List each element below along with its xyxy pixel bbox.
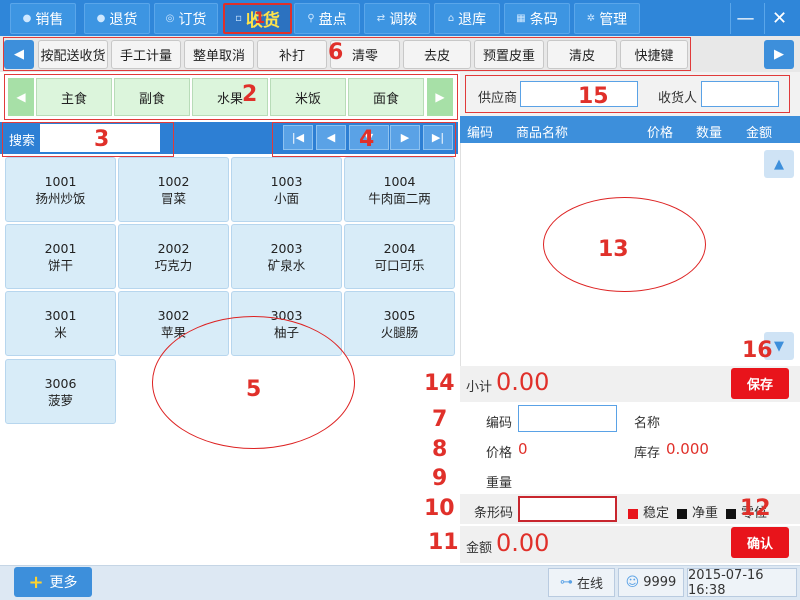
zero-indicator-icon xyxy=(726,508,736,519)
tab-order[interactable]: ◎ 订货 xyxy=(154,3,218,34)
product-card[interactable]: 2003 矿泉水 xyxy=(231,224,342,289)
annotation-5: 5 xyxy=(246,377,262,402)
bullet-icon: ● xyxy=(96,13,106,24)
transfer-icon: ⇄ xyxy=(376,13,386,24)
tab-sales[interactable]: ● 销售 xyxy=(10,3,76,34)
annotation-2: 2 xyxy=(242,82,258,107)
category-side[interactable]: 副食 xyxy=(114,78,190,116)
product-card[interactable]: 3005 火腿肠 xyxy=(344,291,455,356)
stock-value: 0.000 xyxy=(666,440,709,458)
name-label: 名称 xyxy=(634,416,661,431)
product-card[interactable]: 1004 牛肉面二两 xyxy=(344,157,455,222)
category-staple[interactable]: 主食 xyxy=(36,78,112,116)
annotation-11: 11 xyxy=(428,530,459,555)
annotation-7: 7 xyxy=(432,407,448,432)
product-card[interactable]: 2001 饼干 xyxy=(5,224,116,289)
status-stable: 稳定 xyxy=(628,502,669,521)
user-icon: ☺ xyxy=(625,575,640,590)
plus-icon: + xyxy=(28,571,44,593)
annotation-10: 10 xyxy=(424,496,455,521)
close-button[interactable]: ✕ xyxy=(764,3,794,34)
annotation-9: 9 xyxy=(432,466,448,491)
search-label: 搜索 xyxy=(9,134,36,149)
col-qty: 数量 xyxy=(696,126,723,141)
annotation-box-toolbar xyxy=(3,37,691,71)
confirm-button[interactable]: 确认 xyxy=(731,527,789,558)
subtotal-label: 小计 xyxy=(466,380,493,395)
first-page-button[interactable]: |◀ xyxy=(283,125,313,150)
annotation-14: 14 xyxy=(424,371,455,396)
product-card[interactable]: 1003 小面 xyxy=(231,157,342,222)
code-label: 编码 xyxy=(486,416,513,431)
stable-indicator-icon xyxy=(628,508,638,519)
tab-barcode[interactable]: ▦ 条码 xyxy=(504,3,570,34)
annotation-12: 12 xyxy=(740,496,771,521)
datetime: 2015-07-16 16:38 xyxy=(687,568,797,598)
tab-manage[interactable]: ✲ 管理 xyxy=(574,3,640,34)
last-page-button[interactable]: ▶| xyxy=(423,125,453,150)
price-label: 价格 xyxy=(486,446,513,461)
amount-label: 金额 xyxy=(466,541,493,556)
col-code: 编码 xyxy=(467,126,494,141)
product-card[interactable]: 3006 菠萝 xyxy=(5,359,116,424)
supplier-label: 供应商 xyxy=(478,91,518,106)
product-card[interactable]: 1002 冒菜 xyxy=(118,157,229,222)
user-status: ☺ 9999 xyxy=(618,568,684,597)
tab-transfer[interactable]: ⇄ 调拨 xyxy=(364,3,430,34)
home-icon: ⌂ xyxy=(447,13,455,24)
save-button[interactable]: 保存 xyxy=(731,368,789,399)
price-value: 0 xyxy=(518,440,528,458)
prev-page-button[interactable]: ◀ xyxy=(316,125,346,150)
col-price: 价格 xyxy=(647,126,674,141)
next-page-button[interactable]: ▶ xyxy=(390,125,420,150)
product-card[interactable]: 2002 巧克力 xyxy=(118,224,229,289)
toolbar-next-button[interactable]: ▶ xyxy=(764,40,794,69)
annotation-13: 13 xyxy=(598,237,629,262)
code-input[interactable] xyxy=(518,405,617,432)
annotation-1: 1 xyxy=(254,8,266,27)
receiver-input[interactable] xyxy=(701,81,779,107)
category-noodles[interactable]: 面食 xyxy=(348,78,424,116)
annotation-4: 4 xyxy=(359,127,375,152)
bullet-icon: ● xyxy=(22,13,32,24)
annotation-6: 6 xyxy=(328,40,344,65)
category-next-button[interactable]: ▶ xyxy=(427,78,453,116)
tab-return-stock[interactable]: ⌂ 退库 xyxy=(434,3,500,34)
receiver-label: 收货人 xyxy=(658,91,698,106)
online-status: ⊶ 在线 xyxy=(548,568,615,597)
grid-icon: ▦ xyxy=(516,13,526,24)
stock-label: 库存 xyxy=(634,446,661,461)
product-card[interactable]: 1001 扬州炒饭 xyxy=(5,157,116,222)
annotation-15: 15 xyxy=(578,84,609,109)
tab-return[interactable]: ● 退货 xyxy=(84,3,150,34)
category-prev-button[interactable]: ◀ xyxy=(8,78,34,116)
annotation-16: 16 xyxy=(742,338,773,363)
product-card[interactable]: 3001 米 xyxy=(5,291,116,356)
net-indicator-icon xyxy=(677,508,687,519)
tab-inventory-count[interactable]: ⚲ 盘点 xyxy=(294,3,360,34)
col-amount: 金额 xyxy=(746,126,773,141)
annotation-8: 8 xyxy=(432,437,448,462)
barcode-label: 条形码 xyxy=(474,506,514,521)
weight-label: 重量 xyxy=(486,476,513,491)
annotation-3: 3 xyxy=(94,127,110,152)
subtotal-value: 0.00 xyxy=(496,368,550,396)
document-icon: ▫ xyxy=(235,13,242,24)
more-button[interactable]: + 更多 xyxy=(14,567,92,597)
search-icon: ⚲ xyxy=(307,13,315,24)
col-name: 商品名称 xyxy=(516,126,569,141)
amount-value: 0.00 xyxy=(496,529,550,557)
category-rice[interactable]: 米饭 xyxy=(270,78,346,116)
product-card[interactable]: 2004 可口可乐 xyxy=(344,224,455,289)
minimize-button[interactable]: — xyxy=(730,3,760,34)
gear-icon: ✲ xyxy=(586,13,596,24)
link-icon: ⊶ xyxy=(559,575,573,590)
status-net: 净重 xyxy=(677,502,718,521)
scroll-up-button[interactable]: ▲ xyxy=(764,150,794,178)
barcode-input[interactable] xyxy=(518,496,617,522)
chat-icon: ◎ xyxy=(165,13,175,24)
